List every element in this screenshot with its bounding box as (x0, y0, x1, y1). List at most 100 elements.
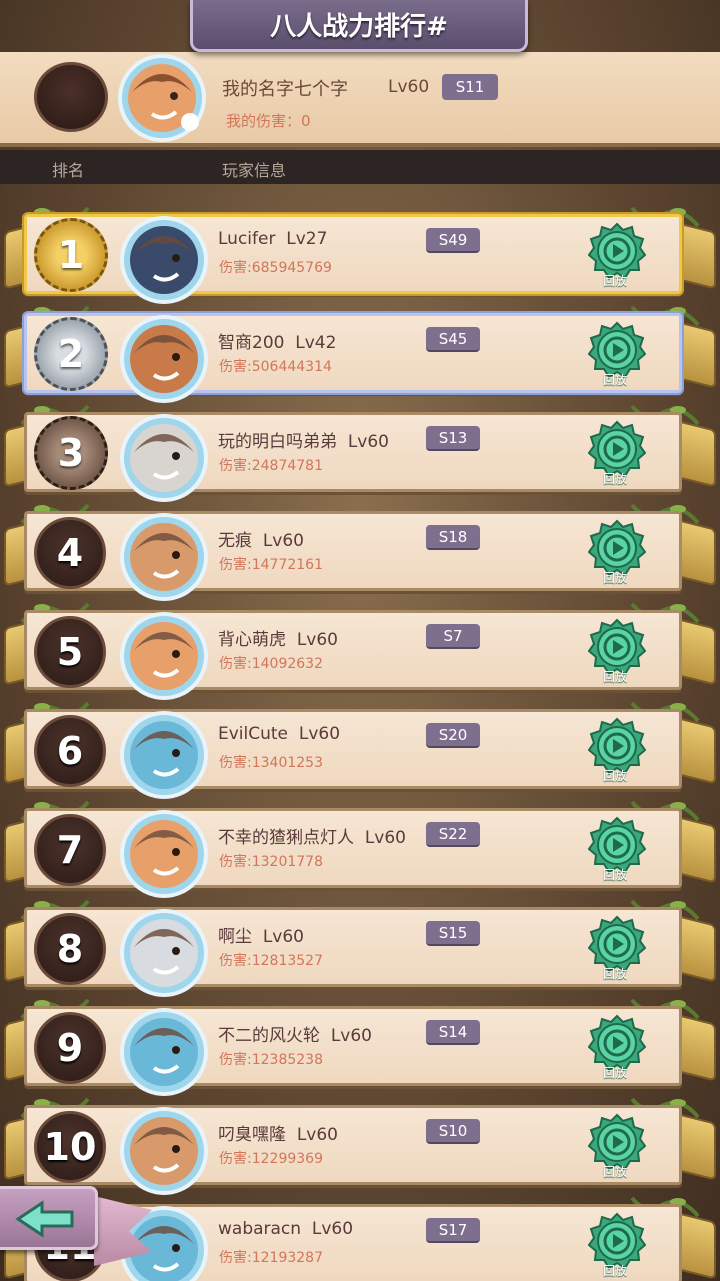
player-level: Lv42 (295, 333, 337, 353)
server-badge: S17 (426, 1218, 480, 1243)
ranking-row[interactable]: 5 背心萌虎 Lv60 伤害:14092632 S7 回放 (0, 596, 720, 700)
player-damage: 伤害:685945769 (219, 260, 332, 276)
rank-number: 10 (43, 1125, 97, 1169)
player-avatar[interactable] (116, 707, 212, 803)
player-level: Lv60 (347, 432, 389, 452)
player-damage: 伤害:12299369 (219, 1151, 323, 1167)
column-rank: 排名 (52, 161, 85, 180)
rank-medal-icon: 3 (34, 416, 108, 490)
my-avatar[interactable] (116, 52, 208, 144)
player-level: Lv60 (330, 1026, 372, 1046)
ranking-row[interactable]: 6 EvilCute Lv60 伤害:13401253 S20 回放 (0, 695, 720, 799)
player-level: Lv60 (296, 1125, 338, 1145)
rank-badge: 5 (34, 616, 106, 688)
ranking-row[interactable]: 1 Lucifer Lv27 伤害:685945769 S49 回放 (0, 200, 720, 304)
player-avatar[interactable] (116, 212, 212, 308)
rank-number: 4 (56, 531, 84, 575)
rank-number: 1 (57, 233, 85, 277)
my-rank-badge (34, 62, 108, 132)
ranking-row[interactable]: 10 叼臭嘿隆 Lv60 伤害:12299369 S10 回放 (0, 1091, 720, 1195)
player-name-text: 叼臭嘿隆 (218, 1125, 286, 1145)
rank-number: 6 (56, 729, 84, 773)
player-level: Lv60 (311, 1219, 354, 1239)
player-damage: 伤害:12813527 (219, 953, 323, 969)
server-badge: S10 (426, 1119, 480, 1144)
player-avatar[interactable] (116, 509, 212, 605)
player-damage: 伤害:12385238 (219, 1052, 323, 1068)
rank-medal-icon: 1 (34, 218, 108, 292)
my-server-badge: S11 (442, 74, 498, 100)
player-name-text: 不二的风火轮 (218, 1026, 320, 1046)
server-badge: S13 (426, 426, 480, 451)
player-avatar[interactable] (116, 608, 212, 704)
server-badge: S14 (426, 1020, 480, 1045)
player-avatar[interactable] (116, 905, 212, 1001)
rank-badge: 10 (34, 1111, 106, 1183)
back-button[interactable] (0, 1186, 98, 1250)
server-badge: S22 (426, 822, 480, 847)
player-avatar[interactable] (116, 1103, 212, 1199)
rank-medal-icon: 2 (34, 317, 108, 391)
player-avatar[interactable] (116, 410, 212, 506)
ranking-row[interactable]: 2 智商200 Lv42 伤害:506444314 S45 回放 (0, 299, 720, 403)
replay-label: 回放 (603, 1165, 628, 1179)
replay-label: 回放 (603, 868, 628, 882)
player-name: 不幸的猹猁点灯人 Lv60 (218, 823, 406, 848)
page-title: 八人战力排行# (270, 12, 448, 42)
rank-badge: 6 (34, 715, 106, 787)
replay-label: 回放 (603, 472, 628, 486)
ranking-row[interactable]: 4 无痕 Lv60 伤害:14772161 S18 回放 (0, 497, 720, 601)
player-level: Lv27 (286, 229, 328, 249)
server-badge: S49 (426, 228, 480, 253)
player-name-text: 玩的明白吗弟弟 (218, 432, 337, 452)
rank-number: 7 (56, 828, 84, 872)
player-level: Lv60 (262, 531, 304, 551)
player-name: 叼臭嘿隆 Lv60 (218, 1120, 338, 1145)
player-damage: 伤害:14092632 (219, 656, 323, 672)
player-name: 玩的明白吗弟弟 Lv60 (218, 427, 389, 452)
my-info-panel (0, 52, 720, 147)
player-name-text: wabaracn (218, 1219, 302, 1239)
player-name: wabaracn Lv60 (218, 1219, 353, 1239)
replay-label: 回放 (603, 769, 628, 783)
player-name-text: EvilCute (218, 724, 289, 744)
title-banner: 八人战力排行# (190, 0, 528, 52)
player-avatar[interactable] (116, 311, 212, 407)
player-name-text: 智商200 (218, 333, 285, 353)
player-damage: 伤害:24874781 (219, 458, 323, 474)
player-avatar[interactable] (116, 806, 212, 902)
player-name: Lucifer Lv27 (218, 229, 327, 249)
my-level: Lv60 (388, 77, 430, 97)
player-damage: 伤害:14772161 (219, 557, 323, 573)
rank-number: 9 (56, 1026, 84, 1070)
rank-number: 8 (56, 927, 84, 971)
rank-number: 2 (57, 332, 85, 376)
player-name-text: 无痕 (218, 531, 252, 551)
server-badge: S15 (426, 921, 480, 946)
rank-badge: 9 (34, 1012, 106, 1084)
server-badge: S7 (426, 624, 480, 649)
player-damage: 伤害:506444314 (219, 359, 332, 375)
replay-label: 回放 (603, 274, 628, 288)
player-name: EvilCute Lv60 (218, 724, 340, 744)
my-damage: 我的伤害：0 (226, 112, 311, 130)
replay-label: 回放 (603, 571, 628, 585)
player-name: 啊尘 Lv60 (218, 922, 304, 947)
ranking-row[interactable]: 8 啊尘 Lv60 伤害:12813527 S15 回放 (0, 893, 720, 997)
player-damage: 伤害:13201778 (219, 854, 323, 870)
server-badge: S18 (426, 525, 480, 550)
ranking-row[interactable]: 7 不幸的猹猁点灯人 Lv60 伤害:13201778 S22 回放 (0, 794, 720, 898)
player-level: Lv60 (364, 828, 406, 848)
rank-badge: 7 (34, 814, 106, 886)
ranking-row[interactable]: 9 不二的风火轮 Lv60 伤害:12385238 S14 回放 (0, 992, 720, 1096)
replay-label: 回放 (603, 373, 628, 387)
my-name: 我的名字七个字 (222, 79, 348, 100)
replay-label: 回放 (603, 670, 628, 684)
player-avatar[interactable] (116, 1004, 212, 1100)
player-damage: 伤害:12193287 (219, 1250, 323, 1266)
column-header: 排名 玩家信息 (0, 150, 720, 184)
player-name: 无痕 Lv60 (218, 526, 304, 551)
player-level: Lv60 (296, 630, 338, 650)
ranking-row[interactable]: 3 玩的明白吗弟弟 Lv60 伤害:24874781 S13 回放 (0, 398, 720, 502)
player-name: 不二的风火轮 Lv60 (218, 1021, 372, 1046)
